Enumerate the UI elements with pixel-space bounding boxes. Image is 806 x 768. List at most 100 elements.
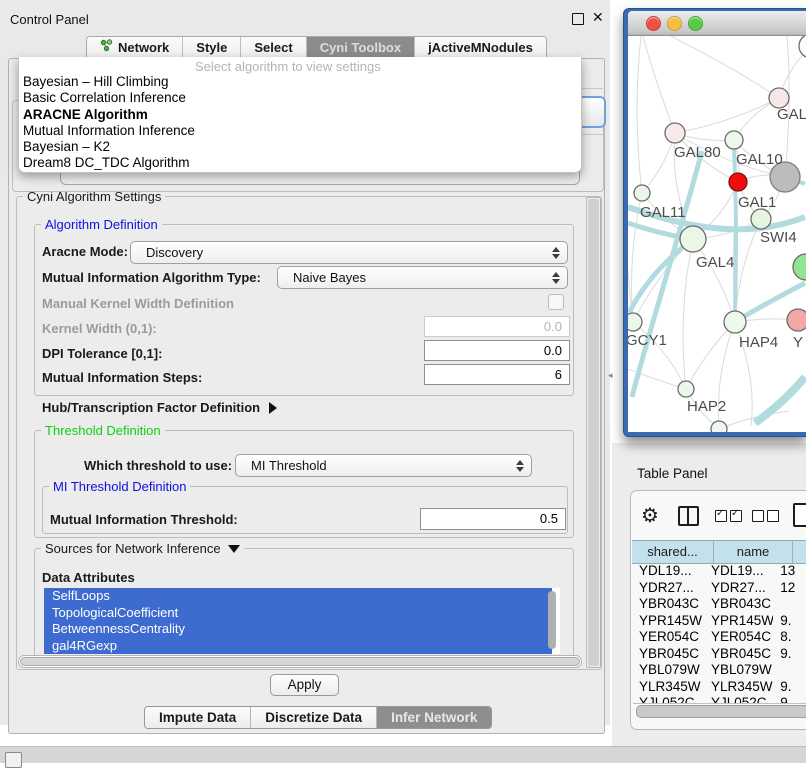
dropdown-item[interactable]: ARACNE Algorithm (19, 107, 581, 123)
network-node-hap4[interactable] (724, 311, 746, 333)
close-panel-icon[interactable]: ✕ (592, 9, 604, 26)
tab-select[interactable]: Select (240, 37, 305, 59)
manual-kernel-checkbox[interactable] (548, 294, 564, 310)
kernel-width-input[interactable]: 0.0 (424, 316, 570, 337)
table-cell: YDL19... (704, 563, 773, 580)
table-row[interactable]: YBL079WYBL079W (632, 662, 806, 679)
table-cell: YER054C (632, 629, 704, 646)
zoom-window-icon[interactable] (688, 16, 703, 31)
settings-vertical-scrollbar[interactable] (586, 197, 601, 668)
dpi-tolerance-input[interactable]: 0.0 (424, 340, 570, 361)
table-cell: YDL19... (632, 563, 704, 580)
dropdown-item[interactable]: Bayesian – K2 (19, 139, 581, 155)
attribute-item[interactable]: gal4RGexp (44, 638, 552, 655)
network-node-gal1[interactable] (729, 173, 747, 191)
float-window-icon[interactable] (572, 13, 584, 25)
bottom-tab-discretize-data[interactable]: Discretize Data (250, 707, 376, 728)
list-scrollbar-thumb[interactable] (548, 591, 556, 649)
network-node-gal7[interactable] (769, 88, 789, 108)
table-cell: YPR145W (704, 613, 773, 630)
mi-threshold-input[interactable]: 0.5 (420, 508, 566, 530)
tab-network[interactable]: Network (87, 37, 182, 59)
deselect-all-icon[interactable] (752, 510, 779, 522)
network-node-y[interactable] (787, 309, 806, 331)
which-threshold-select[interactable]: MI Threshold (235, 454, 532, 477)
table-cell: YDR27... (632, 580, 704, 597)
table-body: YDL19...YDL19...13YDR27...YDR27...12YBR0… (632, 563, 806, 703)
table-row[interactable]: YBR045CYBR045C9. (632, 646, 806, 663)
table-cell (773, 596, 806, 613)
which-threshold-label: Which threshold to use: (84, 458, 232, 473)
select-all-icon[interactable] (715, 510, 742, 522)
dropdown-item[interactable]: Basic Correlation Inference (19, 90, 581, 106)
tab-cyni-toolbox[interactable]: Cyni Toolbox (306, 37, 414, 59)
table-cell: 8. (773, 629, 806, 646)
dropdown-item[interactable]: Bayesian – Hill Climbing (19, 74, 581, 90)
close-window-icon[interactable] (646, 16, 661, 31)
bottom-tab-infer-network[interactable]: Infer Network (376, 707, 491, 728)
attribute-item[interactable]: BetweennessCentrality (44, 621, 552, 638)
which-threshold-value: MI Threshold (251, 458, 327, 473)
network-node-gal10[interactable] (725, 131, 743, 149)
network-node-swi4[interactable] (751, 209, 771, 229)
network-canvas[interactable]: GAL7GAL80GAL10GAL1GAL11SWI4GAL4GCY1HAP4Y… (628, 36, 806, 432)
table-row[interactable]: YPR145WYPR145W9. (632, 613, 806, 630)
network-node-hap2[interactable] (678, 381, 694, 397)
column-layout-icon[interactable] (678, 506, 699, 526)
mi-steps-input[interactable]: 6 (424, 364, 570, 385)
apply-button[interactable]: Apply (270, 674, 339, 696)
table-cell: 9. (773, 679, 806, 696)
table-row[interactable]: YJL052CYJL052C9. (632, 695, 806, 703)
bottom-tab-impute-data[interactable]: Impute Data (145, 707, 250, 728)
table-cell: YBR043C (632, 596, 704, 613)
table-cell: YJL052C (704, 695, 773, 703)
network-edge (686, 322, 735, 389)
network-node-gal4[interactable] (680, 226, 706, 252)
dropdown-item[interactable]: Dream8 DC_TDC Algorithm (19, 155, 581, 171)
table-row[interactable]: YBR043CYBR043C (632, 596, 806, 613)
network-node[interactable] (793, 254, 806, 280)
table-row[interactable]: YDL19...YDL19...13 (632, 563, 806, 580)
column-header[interactable]: shared... (632, 541, 714, 563)
stepper-icon (551, 271, 560, 285)
attribute-item[interactable]: TopologicalCoefficient (44, 605, 552, 622)
dropdown-item[interactable]: Mutual Information Inference (19, 123, 581, 139)
column-header[interactable]: name (714, 541, 793, 563)
gear-icon[interactable]: ⚙ (641, 503, 659, 528)
network-edge (675, 98, 779, 133)
table-row[interactable]: YER054CYER054C8. (632, 629, 806, 646)
tab-style[interactable]: Style (182, 37, 240, 59)
sources-legend[interactable]: Sources for Network Inference (41, 541, 244, 556)
minimized-panel-icon[interactable] (5, 752, 22, 768)
network-view-window[interactable]: GAL7GAL80GAL10GAL1GAL11SWI4GAL4GCY1HAP4Y… (623, 8, 806, 437)
network-node-label: GAL7 (777, 106, 806, 123)
table-row[interactable]: YDR27...YDR27...12 (632, 580, 806, 597)
network-node[interactable] (711, 421, 727, 432)
minimize-window-icon[interactable] (667, 16, 682, 31)
table-cell: 13 (773, 563, 806, 580)
network-node-gcy1[interactable] (628, 313, 642, 331)
attribute-item[interactable]: SelfLoops (44, 588, 552, 605)
column-header[interactable]: A (793, 541, 806, 563)
threshold-definition-legend: Threshold Definition (41, 423, 165, 438)
export-table-icon[interactable] (793, 503, 806, 527)
mi-algorithm-type-select[interactable]: Naive Bayes (277, 266, 568, 289)
hub-definition-toggle[interactable]: Hub/Transcription Factor Definition (42, 400, 277, 415)
data-attributes-list[interactable]: SelfLoopsTopologicalCoefficientBetweenne… (44, 588, 560, 654)
network-window-titlebar[interactable] (628, 11, 806, 36)
aracne-mode-select[interactable]: Discovery (130, 241, 568, 264)
kernel-width-label: Kernel Width (0,1): (42, 321, 157, 336)
mi-threshold-label: Mutual Information Threshold: (50, 512, 238, 527)
combobox-focus-button-fragment[interactable] (578, 96, 606, 128)
tab-label: Style (196, 37, 227, 59)
network-node-gal80[interactable] (665, 123, 685, 143)
network-node-gal11[interactable] (634, 185, 650, 201)
settings-horizontal-scrollbar[interactable] (18, 655, 582, 668)
splitter-arrow-icon[interactable]: ◂ (608, 370, 613, 381)
table-row[interactable]: YLR345WYLR345W9. (632, 679, 806, 696)
table-horizontal-scrollbar[interactable] (633, 703, 806, 718)
stepper-icon (551, 246, 560, 260)
network-node-label: GCY1 (628, 332, 667, 349)
network-node[interactable] (799, 36, 806, 58)
tab-jactivemnodules[interactable]: jActiveMNodules (414, 37, 546, 59)
